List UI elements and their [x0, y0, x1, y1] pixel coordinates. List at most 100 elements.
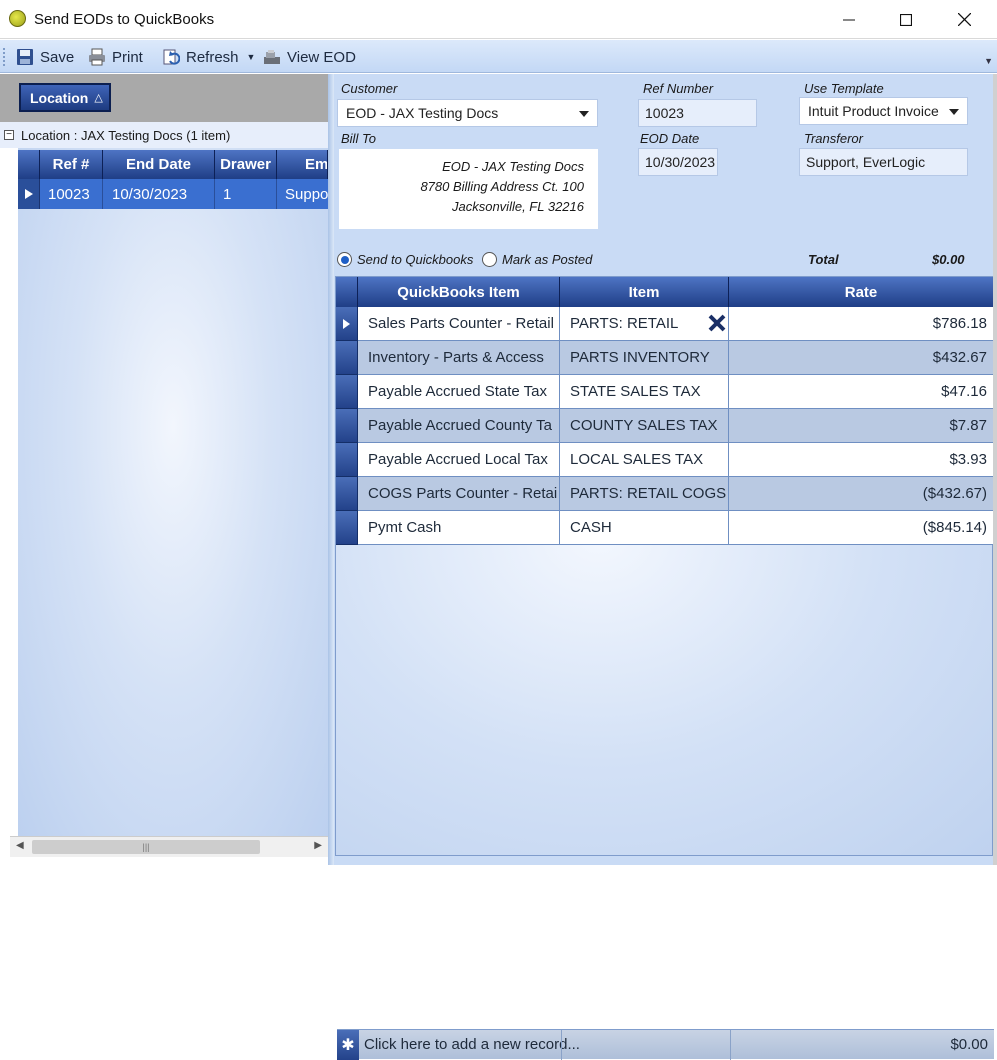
cell-item[interactable]: PARTS INVENTORY — [560, 341, 729, 375]
table-row[interactable]: Inventory - Parts & Access PARTS INVENTO… — [336, 341, 993, 375]
app-icon — [9, 10, 26, 27]
bill-to-box[interactable]: EOD - JAX Testing Docs 8780 Billing Addr… — [339, 149, 598, 229]
table-row[interactable]: COGS Parts Counter - Retai PARTS: RETAIL… — [336, 477, 993, 511]
items-grid: QuickBooks Item Item Rate Sales Parts Co… — [335, 276, 994, 1060]
footer-divider — [730, 1030, 731, 1060]
chevron-down-icon — [949, 109, 959, 115]
toolbar-overflow-icon[interactable]: ▼ — [984, 56, 993, 66]
cell-item[interactable]: CASH — [560, 511, 729, 545]
cell-rate[interactable]: ($845.14) — [729, 511, 993, 545]
cell-quickbooks-item[interactable]: Sales Parts Counter - Retail — [358, 307, 560, 341]
send-to-quickbooks-radio[interactable]: Send to Quickbooks — [337, 252, 473, 267]
table-row[interactable]: Payable Accrued Local Tax LOCAL SALES TA… — [336, 443, 993, 477]
new-record-row[interactable]: ✱ Click here to add a new record... $0.0… — [337, 1029, 994, 1060]
cell-rate[interactable]: $47.16 — [729, 375, 993, 409]
total-value: $0.00 — [932, 252, 965, 267]
group-header-label: Location — [30, 89, 89, 106]
maximize-button[interactable] — [877, 0, 935, 39]
ref-number-field[interactable]: 10023 — [638, 99, 757, 127]
column-header-rate[interactable]: Rate — [729, 277, 993, 307]
cell-item[interactable]: STATE SALES TAX — [560, 375, 729, 409]
cell-item[interactable]: COUNTY SALES TAX — [560, 409, 729, 443]
customer-label: Customer — [341, 81, 398, 96]
table-row[interactable]: Sales Parts Counter - Retail PARTS: RETA… — [336, 307, 993, 341]
cell-item[interactable]: PARTS: RETAIL — [560, 307, 729, 341]
grid-background — [18, 148, 328, 844]
template-select[interactable]: Intuit Product Invoice — [799, 97, 968, 125]
print-button[interactable]: Print — [88, 46, 143, 68]
cell-rate[interactable]: $432.67 — [729, 341, 993, 375]
new-record-icon: ✱ — [337, 1029, 359, 1060]
refresh-dropdown-icon[interactable]: ▼ — [247, 52, 256, 62]
row-indicator-header — [336, 277, 358, 307]
cell-item[interactable]: LOCAL SALES TAX — [560, 443, 729, 477]
total-label: Total — [808, 252, 839, 267]
customer-select[interactable]: EOD - JAX Testing Docs — [337, 99, 598, 127]
collapse-icon[interactable]: − — [4, 130, 14, 140]
cell-quickbooks-item[interactable]: Payable Accrued State Tax — [358, 375, 560, 409]
view-eod-button[interactable]: View EOD — [263, 46, 356, 68]
minimize-button[interactable] — [820, 0, 878, 39]
scroll-left-icon[interactable]: ◀ — [16, 840, 24, 851]
maximize-icon — [900, 13, 912, 26]
cell-quickbooks-item[interactable]: Inventory - Parts & Access — [358, 341, 560, 375]
horizontal-scrollbar[interactable]: ◀ ||| ▶ — [10, 836, 328, 857]
new-record-label[interactable]: Click here to add a new record... — [359, 1036, 739, 1053]
column-header-drawer[interactable]: Drawer — [215, 150, 277, 179]
send-to-quickbooks-label: Send to Quickbooks — [357, 252, 474, 267]
customer-value: EOD - JAX Testing Docs — [346, 105, 499, 121]
use-template-label: Use Template — [804, 81, 884, 96]
bill-to-label: Bill To — [341, 131, 376, 146]
print-icon — [89, 48, 105, 66]
radio-unselected-icon — [482, 252, 497, 267]
table-row[interactable]: 10023 10/30/2023 1 Support, — [18, 179, 328, 209]
table-row[interactable]: Payable Accrued State Tax STATE SALES TA… — [336, 375, 993, 409]
column-header-end-date[interactable]: End Date — [103, 150, 215, 179]
mark-as-posted-radio[interactable]: Mark as Posted — [482, 252, 592, 267]
mark-as-posted-label: Mark as Posted — [502, 252, 593, 267]
refresh-icon — [163, 49, 180, 65]
footer-divider — [561, 1030, 562, 1060]
column-header-quickbooks-item[interactable]: QuickBooks Item — [358, 277, 560, 307]
row-selector-icon — [18, 179, 40, 209]
clear-icon[interactable] — [706, 309, 728, 337]
view-eod-label: View EOD — [287, 48, 356, 66]
cell-rate[interactable]: $7.87 — [729, 409, 993, 443]
row-selector-icon — [336, 307, 358, 341]
cash-register-icon — [264, 50, 280, 64]
cell-rate[interactable]: $3.93 — [729, 443, 993, 477]
bill-to-line-1: EOD - JAX Testing Docs — [442, 159, 584, 174]
table-row[interactable]: Pymt Cash CASH ($845.14) — [336, 511, 993, 545]
chevron-down-icon — [579, 111, 589, 117]
minimize-icon — [843, 19, 855, 20]
table-row[interactable]: Payable Accrued County Ta COUNTY SALES T… — [336, 409, 993, 443]
save-button[interactable]: Save — [16, 46, 74, 68]
refresh-label: Refresh — [186, 48, 239, 66]
column-header-employee[interactable]: Emplo — [277, 150, 328, 179]
eod-date-field[interactable]: 10/30/2023 — [638, 148, 718, 176]
refresh-button[interactable]: Refresh ▼ — [162, 46, 255, 68]
eod-date-label: EOD Date — [640, 131, 700, 146]
bill-to-line-3: Jacksonville, FL 32216 — [451, 199, 584, 214]
cell-rate[interactable]: ($432.67) — [729, 477, 993, 511]
group-header-location[interactable]: Location △ — [19, 83, 111, 112]
cell-item-text: PARTS: RETAIL — [570, 315, 679, 332]
cell-quickbooks-item[interactable]: COGS Parts Counter - Retai — [358, 477, 560, 511]
scroll-right-icon[interactable]: ▶ — [314, 840, 322, 851]
close-icon — [957, 13, 971, 26]
transferor-field[interactable]: Support, EverLogic — [799, 148, 968, 176]
close-button[interactable] — [935, 0, 993, 39]
cell-quickbooks-item[interactable]: Payable Accrued County Ta — [358, 409, 560, 443]
eod-detail-pane: Customer EOD - JAX Testing Docs Ref Numb… — [334, 74, 997, 1060]
column-header-ref[interactable]: Ref # — [40, 150, 103, 179]
cell-employee: Support, — [285, 185, 328, 203]
cell-quickbooks-item[interactable]: Payable Accrued Local Tax — [358, 443, 560, 477]
toolbar: Save Print Refresh ▼ View EOD ▼ — [0, 40, 997, 73]
cell-quickbooks-item[interactable]: Pymt Cash — [358, 511, 560, 545]
cell-item[interactable]: PARTS: RETAIL COGS — [560, 477, 729, 511]
transferor-label: Transferor — [804, 131, 863, 146]
group-row[interactable]: − Location : JAX Testing Docs (1 item) — [0, 122, 328, 148]
scroll-thumb[interactable]: ||| — [32, 840, 260, 854]
cell-rate[interactable]: $786.18 — [729, 307, 993, 341]
column-header-item[interactable]: Item — [560, 277, 729, 307]
